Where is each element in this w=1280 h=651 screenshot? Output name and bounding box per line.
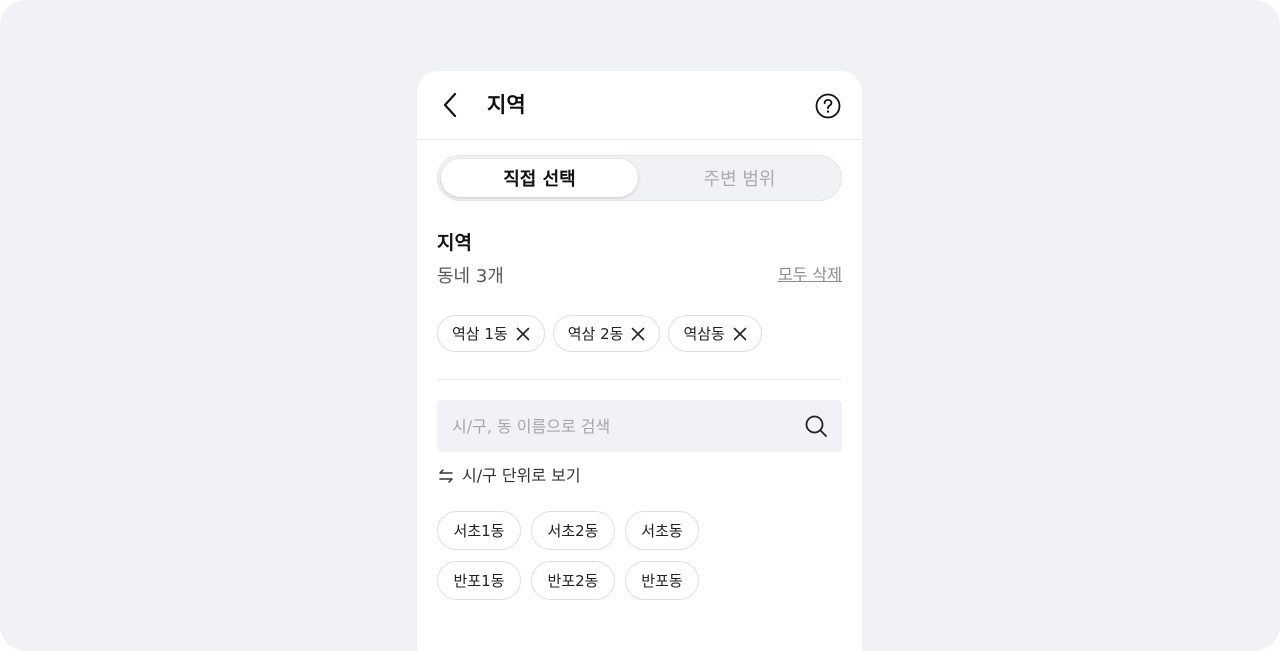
clear-all-link[interactable]: 모두 삭제 [778, 264, 842, 286]
search-icon[interactable] [804, 414, 828, 438]
back-button[interactable] [437, 91, 465, 119]
search-box [437, 400, 842, 452]
help-button[interactable] [814, 92, 842, 120]
chevron-left-icon [443, 92, 457, 118]
region-section-title: 지역 [437, 232, 472, 254]
divider [437, 379, 842, 380]
tab-nearby-range[interactable]: 주변 범위 [641, 159, 838, 197]
tab-direct-select[interactable]: 직접 선택 [441, 159, 638, 197]
question-circle-icon [815, 93, 841, 119]
remove-icon[interactable] [631, 327, 645, 341]
swap-arrows-icon [437, 467, 455, 485]
selected-region-chip: 역삼동 [668, 315, 762, 352]
selected-count: 동네 3개 [437, 266, 504, 287]
chip-label: 역삼동 [683, 325, 725, 343]
chip-label: 역삼 1동 [452, 325, 508, 343]
dong-chip[interactable]: 반포1동 [437, 561, 521, 600]
city-unit-toggle[interactable]: 시/구 단위로 보기 [437, 465, 581, 487]
header: 지역 [417, 71, 862, 140]
remove-icon[interactable] [733, 327, 747, 341]
selected-region-chip: 역삼 1동 [437, 315, 545, 352]
page-title: 지역 [487, 93, 526, 117]
selected-region-chip: 역삼 2동 [552, 315, 661, 352]
city-unit-toggle-label: 시/구 단위로 보기 [462, 466, 581, 485]
dong-list: 서초1동 서초2동 서초동 반포1동 반포2동 반포동 [437, 511, 737, 600]
search-input[interactable] [437, 400, 787, 452]
app-background: 지역 직접 선택 주변 범위 지역 동네 3개 모두 삭제 역삼 1동 역삼 2… [0, 0, 1280, 651]
remove-icon[interactable] [516, 327, 530, 341]
dong-chip[interactable]: 서초1동 [437, 511, 521, 550]
dong-chip[interactable]: 반포2동 [531, 561, 615, 600]
dong-chip[interactable]: 서초2동 [531, 511, 615, 550]
dong-chip[interactable]: 서초동 [625, 511, 699, 550]
chip-label: 역삼 2동 [567, 325, 624, 343]
selection-mode-toggle: 직접 선택 주변 범위 [437, 155, 842, 201]
selected-regions: 역삼 1동 역삼 2동 역삼동 [437, 315, 762, 352]
region-panel: 지역 직접 선택 주변 범위 지역 동네 3개 모두 삭제 역삼 1동 역삼 2… [417, 71, 862, 651]
dong-chip[interactable]: 반포동 [625, 561, 699, 600]
